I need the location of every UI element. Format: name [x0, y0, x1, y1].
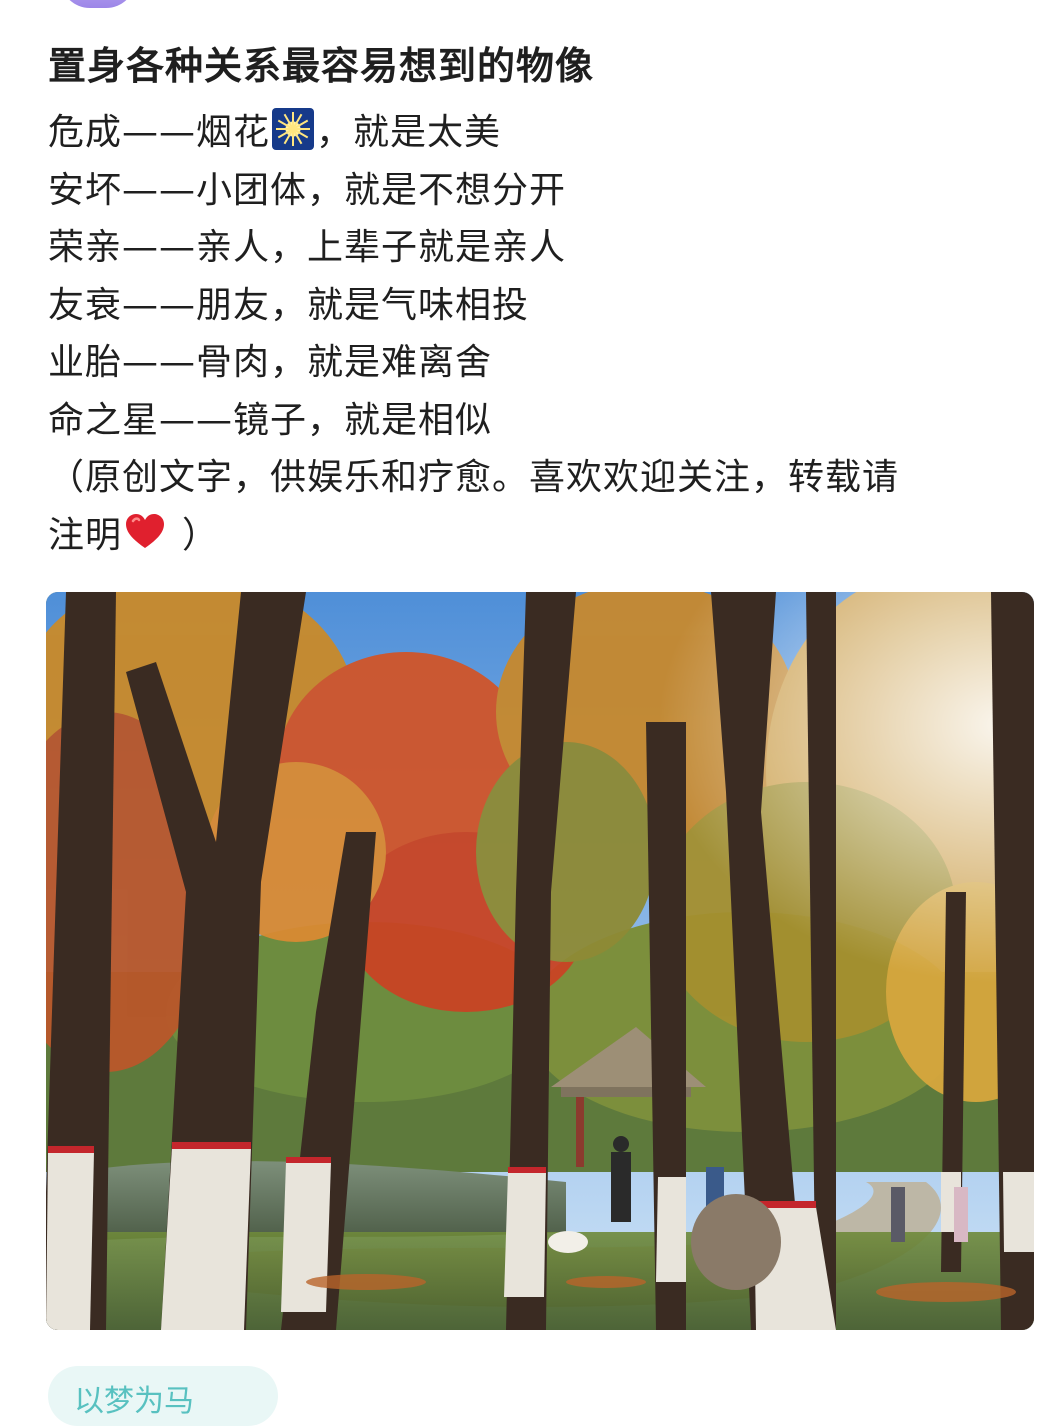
post-line-text: 注明	[48, 514, 123, 556]
author-avatar[interactable]	[60, 0, 136, 8]
post-line-text: ，就是太美	[316, 112, 502, 153]
post-line-1: 危成——烟花 ，就是太美	[48, 104, 1018, 162]
red-heart-emoji-icon	[126, 513, 165, 548]
post-line-7: （原创文字，供娱乐和疗愈。喜欢欢迎关注，转载请	[48, 457, 900, 498]
fireworks-emoji-icon	[272, 108, 315, 150]
post-line-2: 安坏——小团体，就是不想分开	[48, 169, 567, 211]
post-line-3: 荣亲——亲人，上辈子就是亲人	[48, 227, 567, 268]
post-body: 危成——烟花 ，就是太美 安坏——小团体，就是不想分开 荣亲——亲人，上辈子就是…	[48, 104, 1018, 564]
topic-chip[interactable]: 以梦为马	[48, 1366, 278, 1426]
post-title: 置身各种关系最容易想到的物像	[48, 44, 595, 88]
post-line-4: 友衰——朋友，就是气味相投	[48, 284, 530, 326]
autumn-park-photo[interactable]	[46, 592, 1034, 1330]
post-line-5: 业胎——骨肉，就是难离舍	[48, 342, 493, 383]
photo-illustration	[46, 592, 1034, 1330]
post-line-text: ）	[182, 514, 220, 556]
post-line-8: 注明 ）	[48, 507, 1018, 565]
post-line-text: 危成——烟花	[48, 112, 271, 153]
topic-chip-label: 以梦为马	[74, 1384, 194, 1419]
post-line-6: 命之星——镜子，就是相似	[48, 399, 493, 441]
